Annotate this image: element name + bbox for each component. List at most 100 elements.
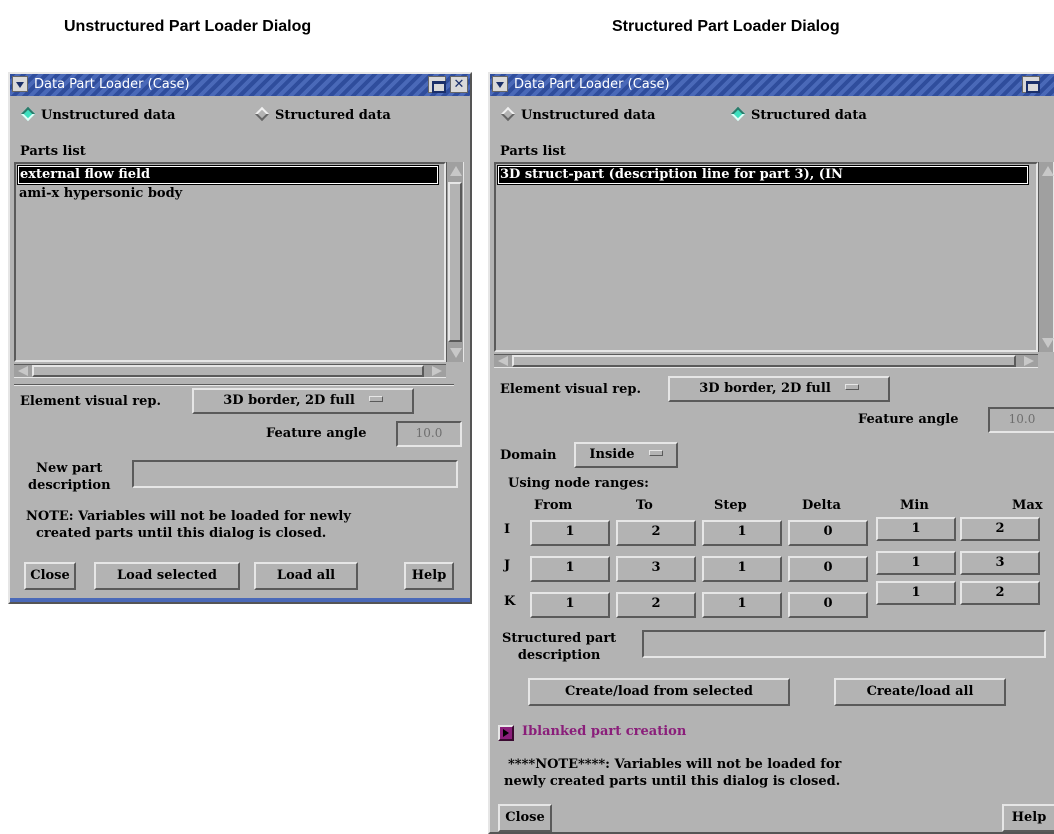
parts-vertical-scrollbar[interactable] xyxy=(1038,162,1054,352)
caption-structured: Structured Part Loader Dialog xyxy=(612,18,840,35)
max-i-value: 2 xyxy=(960,517,1040,541)
radio-label: Unstructured data xyxy=(521,108,656,123)
radio-label: Unstructured data xyxy=(41,108,176,123)
note-text: ****NOTE****: Variables will not be load… xyxy=(504,756,841,790)
close-button[interactable]: Close xyxy=(24,562,76,590)
col-header-min: Min xyxy=(900,498,929,513)
feature-angle-label: Feature angle xyxy=(858,412,959,427)
new-part-label-line2: description xyxy=(28,478,111,493)
col-header-step: Step xyxy=(714,498,747,513)
list-item[interactable]: 3D struct-part (description line for par… xyxy=(497,165,1029,185)
minimize-icon[interactable] xyxy=(1022,76,1040,93)
create-load-all-button[interactable]: Create/load all xyxy=(834,678,1006,706)
option-menu-icon xyxy=(844,384,859,390)
option-menu-icon xyxy=(368,396,383,402)
max-j-value: 3 xyxy=(960,551,1040,575)
load-all-button[interactable]: Load all xyxy=(254,562,358,590)
window-bottom-border xyxy=(10,598,470,602)
iblanked-expand-icon[interactable] xyxy=(498,725,514,741)
new-part-description-input[interactable] xyxy=(132,460,458,488)
scroll-right-icon[interactable] xyxy=(432,366,442,376)
scroll-right-icon[interactable] xyxy=(1024,356,1034,366)
parts-horizontal-scrollbar[interactable] xyxy=(494,354,1038,368)
help-button[interactable]: Help xyxy=(1002,804,1054,832)
close-button[interactable]: Close xyxy=(498,804,552,832)
list-item[interactable]: external flow field xyxy=(17,165,439,185)
element-visual-rep-select[interactable]: 3D border, 2D full xyxy=(192,388,414,414)
scroll-up-icon[interactable] xyxy=(1042,166,1054,176)
element-visual-rep-select[interactable]: 3D border, 2D full xyxy=(668,376,890,402)
struct-desc-label-line1: Structured part xyxy=(502,631,617,646)
radio-unstructured[interactable]: Unstructured data xyxy=(500,106,656,123)
note-line1: NOTE: Variables will not be loaded for n… xyxy=(26,509,351,524)
help-button[interactable]: Help xyxy=(404,562,454,590)
scroll-thumb[interactable] xyxy=(32,365,424,377)
titlebar[interactable]: Data Part Loader (Case) xyxy=(490,74,1054,96)
domain-select[interactable]: Inside xyxy=(574,442,678,468)
parts-list[interactable]: 3D struct-part (description line for par… xyxy=(494,162,1038,352)
scroll-left-icon[interactable] xyxy=(498,356,508,366)
scroll-left-icon[interactable] xyxy=(18,366,28,376)
scroll-up-icon[interactable] xyxy=(450,166,462,176)
radio-on-icon xyxy=(730,106,746,122)
radio-structured[interactable]: Structured data xyxy=(730,106,867,123)
delta-k-input[interactable]: 0 xyxy=(788,592,868,618)
to-k-input[interactable]: 2 xyxy=(616,592,696,618)
scroll-thumb[interactable] xyxy=(448,182,462,342)
parts-vertical-scrollbar[interactable] xyxy=(446,162,464,362)
feature-angle-field: 10.0 xyxy=(396,421,462,447)
parts-list-label: Parts list xyxy=(20,144,86,159)
scroll-down-icon[interactable] xyxy=(1042,338,1054,348)
step-i-input[interactable]: 1 xyxy=(702,520,782,546)
scroll-down-icon[interactable] xyxy=(450,348,462,358)
radio-label: Structured data xyxy=(275,108,391,123)
to-j-input[interactable]: 3 xyxy=(616,556,696,582)
to-i-input[interactable]: 2 xyxy=(616,520,696,546)
struct-desc-label-line2: description xyxy=(517,648,601,663)
structured-part-description-label: Structured part description xyxy=(502,630,616,664)
max-k-value: 2 xyxy=(960,581,1040,605)
delta-i-input[interactable]: 0 xyxy=(788,520,868,546)
step-j-input[interactable]: 1 xyxy=(702,556,782,582)
new-part-label-line1: New part xyxy=(36,461,103,476)
window-title: Data Part Loader (Case) xyxy=(34,77,190,92)
create-load-selected-button[interactable]: Create/load from selected xyxy=(528,678,790,706)
note-text: NOTE: Variables will not be loaded for n… xyxy=(26,508,351,542)
note-line2: newly created parts until this dialog is… xyxy=(504,774,841,789)
option-menu-icon xyxy=(648,450,663,456)
row-label-i: I xyxy=(504,522,511,537)
feature-angle-field: 10.0 xyxy=(988,407,1054,433)
radio-structured[interactable]: Structured data xyxy=(254,106,391,123)
scroll-thumb[interactable] xyxy=(512,355,1016,367)
select-value: Inside xyxy=(589,447,635,462)
radio-unstructured[interactable]: Unstructured data xyxy=(20,106,176,123)
from-k-input[interactable]: 1 xyxy=(530,592,610,618)
close-icon[interactable]: ✕ xyxy=(450,76,468,93)
window-menu-icon[interactable] xyxy=(12,76,28,92)
structured-part-description-input[interactable] xyxy=(642,630,1046,658)
element-visual-rep-label: Element visual rep. xyxy=(20,394,162,409)
radio-label: Structured data xyxy=(751,108,867,123)
list-item[interactable]: ami-x hypersonic body xyxy=(18,186,182,204)
min-j-value: 1 xyxy=(876,551,956,575)
delta-j-input[interactable]: 0 xyxy=(788,556,868,582)
min-k-value: 1 xyxy=(876,581,956,605)
titlebar[interactable]: Data Part Loader (Case) ✕ xyxy=(10,74,470,96)
parts-horizontal-scrollbar[interactable] xyxy=(14,364,446,378)
new-part-label: New part description xyxy=(28,460,111,494)
col-header-max: Max xyxy=(1012,498,1043,513)
window-menu-icon[interactable] xyxy=(492,76,508,92)
from-j-input[interactable]: 1 xyxy=(530,556,610,582)
separator xyxy=(14,384,454,386)
node-ranges-label: Using node ranges: xyxy=(508,476,649,491)
note-line2: created parts until this dialog is close… xyxy=(36,526,327,541)
unstructured-dialog: Data Part Loader (Case) ✕ Unstructured d… xyxy=(8,72,472,604)
structured-dialog: Data Part Loader (Case) Unstructured dat… xyxy=(488,72,1054,834)
minimize-icon[interactable] xyxy=(428,76,446,93)
parts-list[interactable]: external flow field ami-x hypersonic bod… xyxy=(14,162,446,362)
iblanked-part-creation-toggle[interactable]: Iblanked part creation xyxy=(522,724,686,739)
load-selected-button[interactable]: Load selected xyxy=(94,562,240,590)
step-k-input[interactable]: 1 xyxy=(702,592,782,618)
row-label-k: K xyxy=(504,594,516,609)
from-i-input[interactable]: 1 xyxy=(530,520,610,546)
